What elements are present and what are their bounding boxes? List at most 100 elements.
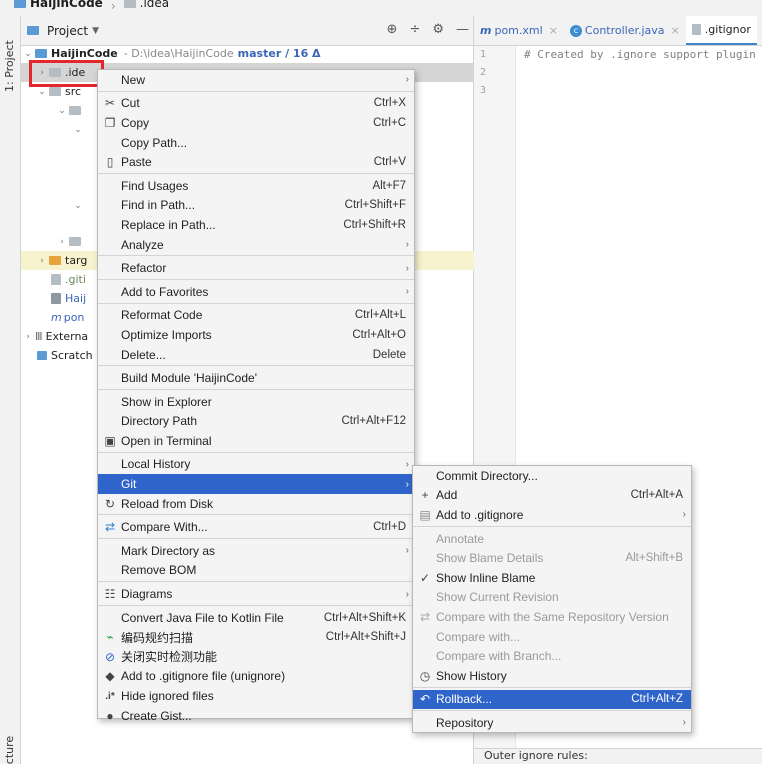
menu-item-create-gist[interactable]: ● Create Gist... — [98, 706, 414, 726]
menu-item-compare-with-branch[interactable]: Compare with Branch... — [413, 646, 691, 666]
menu-item-refactor[interactable]: Refactor › — [98, 258, 414, 278]
menu-shortcut: Ctrl+C — [373, 116, 406, 129]
chevron-right-icon: › — [405, 286, 409, 298]
menu-item-add-to-gitignore[interactable]: ▤ Add to .gitignore › — [413, 505, 691, 525]
tree-row-child[interactable]: › — [55, 232, 85, 251]
menu-item-copy[interactable]: ❐ Copy Ctrl+C — [98, 113, 414, 133]
menu-item-mark-directory-as[interactable]: Mark Directory as › — [98, 541, 414, 561]
menu-item-convert-to-kotlin[interactable]: Convert Java File to Kotlin File Ctrl+Alt… — [98, 608, 414, 628]
menu-item-compare-same-repo-version[interactable]: ⇄ Compare with the Same Repository Versio… — [413, 607, 691, 627]
close-icon[interactable]: × — [549, 24, 558, 37]
chevron-down-icon[interactable]: ⌄ — [55, 106, 69, 116]
menu-shortcut: Ctrl+D — [373, 521, 406, 534]
chevron-down-icon[interactable]: ⌄ — [21, 49, 35, 59]
tree-row-pom[interactable]: m pon — [51, 308, 84, 327]
menu-label: Optimize Imports — [121, 327, 212, 342]
structure-tool-button[interactable]: tructure — [3, 736, 16, 764]
menu-shortcut: Ctrl+Alt+O — [352, 328, 406, 341]
chevron-down-icon[interactable]: ▼ — [92, 26, 99, 36]
menu-shortcut: Ctrl+X — [373, 97, 406, 110]
menu-item-add-to-gitignore-unignore[interactable]: ◆ Add to .gitignore file (unignore) — [98, 667, 414, 687]
menu-item-show-history[interactable]: ◷ Show History — [413, 666, 691, 686]
menu-item-reload-from-disk[interactable]: ↻ Reload from Disk — [98, 494, 414, 514]
chevron-right-icon: › — [405, 458, 409, 470]
menu-item-local-history[interactable]: Local History › — [98, 455, 414, 475]
collapse-all-icon[interactable]: ÷ — [409, 22, 420, 37]
menu-item-build-module[interactable]: Build Module 'HaijinCode' — [98, 368, 414, 388]
menu-item-rollback[interactable]: ↶ Rollback... Ctrl+Alt+Z — [413, 689, 691, 710]
chevron-down-icon[interactable]: ⌄ — [71, 125, 85, 135]
close-icon[interactable]: × — [671, 24, 680, 37]
tab-controller-java[interactable]: c Controller.java × — [564, 16, 686, 45]
menu-item-disable-realtime-check[interactable]: ⊘ 关闭实时检测功能 — [98, 647, 414, 667]
chevron-right-icon[interactable]: › — [21, 332, 35, 342]
chevron-right-icon[interactable]: › — [35, 68, 49, 78]
tree-row-child[interactable]: ⌄ — [55, 101, 85, 120]
tree-row-scratches[interactable]: Scratch — [37, 346, 93, 365]
menu-item-annotate[interactable]: Annotate — [413, 529, 691, 549]
menu-item-diagrams[interactable]: ☷ Diagrams › — [98, 584, 414, 604]
menu-item-compare-with[interactable]: ⇄ Compare With... Ctrl+D — [98, 517, 414, 537]
menu-item-remove-bom[interactable]: Remove BOM — [98, 561, 414, 581]
menu-item-open-in-terminal[interactable]: ▣ Open in Terminal — [98, 431, 414, 451]
menu-item-delete[interactable]: Delete... Delete — [98, 345, 414, 365]
gear-icon[interactable]: ⚙ — [432, 22, 444, 37]
breadcrumb-item-idea[interactable]: .idea — [123, 0, 169, 10]
tree-row-gitignore[interactable]: .giti — [51, 270, 86, 289]
menu-item-show-blame-details[interactable]: Show Blame Details Alt+Shift+B — [413, 548, 691, 568]
chevron-right-icon[interactable]: › — [55, 237, 69, 247]
menu-label: Find Usages — [121, 178, 189, 193]
menu-label: Directory Path — [121, 414, 198, 429]
tree-row-child[interactable]: ⌄ — [71, 196, 85, 215]
chevron-right-icon: › — [682, 717, 686, 729]
menu-item-add[interactable]: + Add Ctrl+Alt+A — [413, 486, 691, 506]
menu-item-paste[interactable]: ▯ Paste Ctrl+V — [98, 152, 414, 172]
line-number: 1 — [480, 49, 487, 60]
menu-item-show-current-revision[interactable]: Show Current Revision — [413, 588, 691, 608]
menu-item-find-in-path[interactable]: Find in Path... Ctrl+Shift+F — [98, 196, 414, 216]
menu-item-reformat-code[interactable]: Reformat Code Ctrl+Alt+L — [98, 306, 414, 326]
menu-item-add-to-favorites[interactable]: Add to Favorites › — [98, 282, 414, 302]
chevron-down-icon[interactable]: ⌄ — [71, 201, 85, 211]
library-icon: Ⅲ — [35, 330, 43, 343]
menu-item-replace-in-path[interactable]: Replace in Path... Ctrl+Shift+R — [98, 215, 414, 235]
menu-item-show-inline-blame[interactable]: ✓ Show Inline Blame — [413, 568, 691, 588]
tab-gitignore[interactable]: .gitignor — [685, 16, 757, 45]
scratch-icon — [37, 351, 47, 360]
menu-item-repository[interactable]: Repository › — [413, 713, 691, 733]
menu-item-optimize-imports[interactable]: Optimize Imports Ctrl+Alt+O — [98, 325, 414, 345]
project-panel-header: Project ▼ ⊕ ÷ ⚙ — — [21, 16, 473, 46]
menu-label: Add — [436, 488, 458, 503]
menu-item-directory-path[interactable]: Directory Path Ctrl+Alt+F12 — [98, 412, 414, 432]
menu-label: Refactor — [121, 261, 167, 276]
menu-label: Delete... — [121, 347, 166, 362]
tree-row-child[interactable]: ⌄ — [71, 120, 85, 139]
breadcrumb-item-project[interactable]: HaijinCode — [14, 0, 103, 10]
menu-item-code-scan[interactable]: ⌁ 编码规约扫描 Ctrl+Alt+Shift+J — [98, 627, 414, 647]
tab-pom-xml[interactable]: m pom.xml × — [474, 16, 564, 45]
menu-item-copy-path[interactable]: Copy Path... — [98, 133, 414, 153]
hide-icon[interactable]: — — [456, 22, 469, 37]
menu-item-show-in-explorer[interactable]: Show in Explorer — [98, 392, 414, 412]
menu-label: Add to .gitignore file (unignore) — [121, 669, 286, 684]
menu-item-compare-with[interactable]: Compare with... — [413, 627, 691, 647]
menu-item-analyze[interactable]: Analyze › — [98, 235, 414, 255]
menu-item-hide-ignored-files[interactable]: .i* Hide ignored files — [98, 686, 414, 706]
menu-item-find-usages[interactable]: Find Usages Alt+F7 — [98, 176, 414, 196]
project-view-selector[interactable]: Project — [47, 24, 88, 38]
menu-item-new[interactable]: New › — [98, 70, 414, 90]
clipboard-icon: ▯ — [106, 155, 114, 170]
locate-icon[interactable]: ⊕ — [387, 22, 398, 37]
tree-row-external-libraries[interactable]: › Ⅲ Externa — [21, 327, 88, 346]
chevron-down-icon[interactable]: ⌄ — [35, 87, 49, 97]
chevron-right-icon[interactable]: › — [35, 256, 49, 266]
menu-item-commit-directory[interactable]: Commit Directory... — [413, 466, 691, 486]
menu-item-cut[interactable]: ✂ Cut Ctrl+X — [98, 94, 414, 114]
menu-item-git[interactable]: Git › — [98, 474, 414, 494]
tree-row-iml[interactable]: Haij — [51, 289, 86, 308]
tree-row-root[interactable]: ⌄ HaijinCode - D:\idea\HaijinCode master… — [21, 44, 474, 63]
chevron-right-icon: › — [682, 509, 686, 521]
project-tool-button[interactable]: 1: Project — [3, 40, 16, 92]
gitignore-file-icon — [691, 24, 701, 35]
tree-row-src[interactable]: ⌄ src — [35, 82, 81, 101]
